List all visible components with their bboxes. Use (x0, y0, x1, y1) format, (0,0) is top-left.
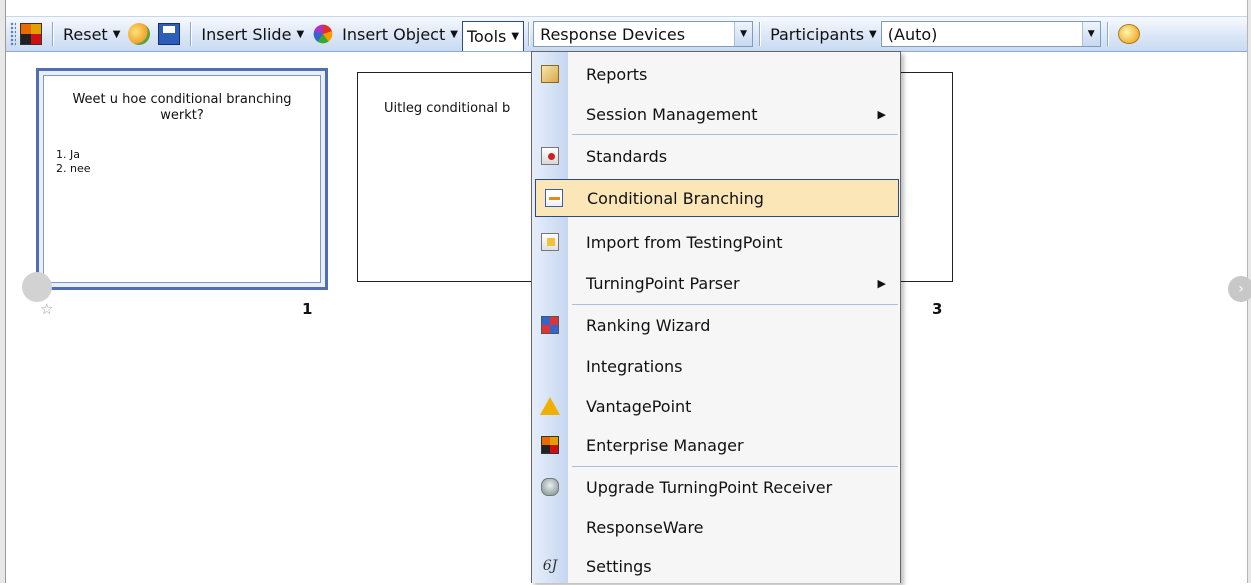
slide-canvas: Weet u hoe conditional branching werkt? … (43, 75, 321, 283)
menu-item-label: Settings (586, 556, 652, 576)
slide-answer-list: 1. Ja 2. nee (56, 148, 91, 176)
tools-dropdown-menu: Reports Session Management ▶ Standards C… (531, 51, 901, 583)
save-icon (158, 23, 181, 45)
menu-item-standards[interactable]: Standards (532, 137, 900, 175)
menu-item-label: Integrations (586, 356, 683, 376)
menu-item-upgrade-turningpoint-receiver[interactable]: Upgrade TurningPoint Receiver (532, 468, 900, 506)
submenu-arrow-icon: ▶ (877, 107, 886, 121)
slide-number: 3 (932, 300, 943, 318)
refresh-icon (128, 23, 151, 45)
receiver-icon (541, 478, 559, 496)
insert-slide-button[interactable]: Insert Slide ▼ (197, 20, 308, 48)
menu-item-conditional-branching[interactable]: Conditional Branching (535, 179, 899, 217)
menu-item-session-management[interactable]: Session Management ▶ (532, 95, 900, 133)
ranking-wizard-icon (541, 316, 559, 334)
standards-icon (541, 147, 559, 165)
reports-icon (541, 65, 559, 83)
menu-item-label: Standards (586, 146, 668, 166)
menu-item-vantagepoint[interactable]: VantagePoint (532, 387, 900, 425)
insert-object-label: Insert Object (342, 24, 446, 44)
insert-object-icon (313, 24, 333, 44)
tools-menu-button[interactable]: Tools ▼ (461, 21, 525, 51)
scroll-left-icon[interactable] (22, 272, 52, 302)
menu-item-responseware[interactable]: ResponseWare (532, 508, 900, 546)
participants-select[interactable]: (Auto) ▼ (880, 21, 1101, 47)
menu-item-label: Conditional Branching (587, 188, 764, 208)
chevron-down-icon: ▼ (450, 28, 458, 40)
menu-divider (572, 134, 898, 135)
toolbar-separator (52, 22, 53, 46)
menu-item-label: TurningPoint Parser (586, 273, 740, 293)
participants-label: Participants (770, 24, 865, 44)
chevron-down-icon: ▼ (869, 28, 877, 40)
reset-button[interactable]: Reset ▼ (59, 20, 124, 48)
insert-object-button[interactable]: Insert Object ▼ (308, 20, 462, 48)
enterprise-manager-icon (541, 436, 559, 454)
turningpoint-logo-icon (20, 23, 42, 45)
star-icon[interactable]: ☆ (40, 300, 53, 318)
toolbar-separator (759, 22, 761, 46)
slide-title: Weet u hoe conditional branching werkt? (72, 92, 292, 123)
chevron-down-icon: ▼ (112, 28, 121, 40)
menu-item-label: Ranking Wizard (586, 315, 711, 335)
menu-item-label: Session Management (586, 104, 758, 124)
dropdown-arrow-icon[interactable]: ▼ (1081, 22, 1100, 46)
toolbar: Reset ▼ Insert Slide ▼ Insert Object ▼ Tool… (6, 16, 1247, 52)
save-button[interactable] (154, 20, 184, 48)
warning-triangle-icon (540, 397, 560, 415)
toolbar-separator (528, 22, 530, 46)
turningpoint-logo-button[interactable] (16, 20, 46, 48)
menu-item-label: ResponseWare (586, 517, 704, 537)
submenu-arrow-icon: ▶ (877, 276, 886, 290)
chevron-down-icon: ▼ (296, 28, 305, 40)
menu-item-integrations[interactable]: Integrations (532, 347, 900, 385)
import-icon (541, 233, 559, 251)
menu-divider (572, 466, 898, 467)
slide-thumbnail-1[interactable]: Weet u hoe conditional branching werkt? … (36, 68, 328, 290)
menu-item-enterprise-manager[interactable]: Enterprise Manager (532, 426, 900, 464)
menu-item-label: Import from TestingPoint (586, 232, 783, 252)
settings-icon: 6J (542, 558, 558, 574)
menu-item-ranking-wizard[interactable]: Ranking Wizard (532, 306, 900, 344)
toolbar-separator (190, 22, 192, 46)
menu-divider (572, 304, 898, 305)
menu-item-label: Reports (586, 64, 648, 84)
dropdown-arrow-icon[interactable]: ▼ (734, 22, 753, 46)
menu-item-label: VantagePoint (586, 396, 692, 416)
tools-label: Tools (466, 27, 507, 46)
scroll-right-icon[interactable]: › (1228, 276, 1251, 302)
slide-number: 1 (302, 300, 313, 318)
response-devices-select[interactable]: Response Devices ▼ (533, 21, 754, 47)
reset-label: Reset (63, 24, 108, 44)
menu-item-settings[interactable]: 6J Settings (532, 547, 900, 585)
slide-title: Uitleg conditional b (384, 101, 511, 116)
menu-item-turningpoint-parser[interactable]: TurningPoint Parser ▶ (532, 264, 900, 302)
menu-item-reports[interactable]: Reports (532, 55, 900, 93)
chat-bubble-icon (1117, 24, 1140, 44)
slide-answer: 2. nee (56, 162, 91, 175)
refresh-button[interactable] (124, 20, 154, 48)
toolbar-separator (1106, 22, 1108, 46)
chat-button[interactable] (1114, 20, 1144, 48)
menu-item-label: Enterprise Manager (586, 435, 744, 455)
conditional-branching-icon (545, 189, 563, 207)
participants-button[interactable]: Participants ▼ (766, 20, 881, 48)
window-frame-left (0, 0, 6, 583)
response-devices-value: Response Devices (540, 24, 686, 44)
slide-answer: 1. Ja (56, 148, 80, 161)
insert-slide-label: Insert Slide (201, 24, 292, 44)
chevron-down-icon: ▼ (511, 31, 520, 42)
menu-item-label: Upgrade TurningPoint Receiver (586, 477, 833, 497)
participants-value: (Auto) (887, 24, 938, 44)
menu-item-import-from-testingpoint[interactable]: Import from TestingPoint (532, 223, 900, 261)
